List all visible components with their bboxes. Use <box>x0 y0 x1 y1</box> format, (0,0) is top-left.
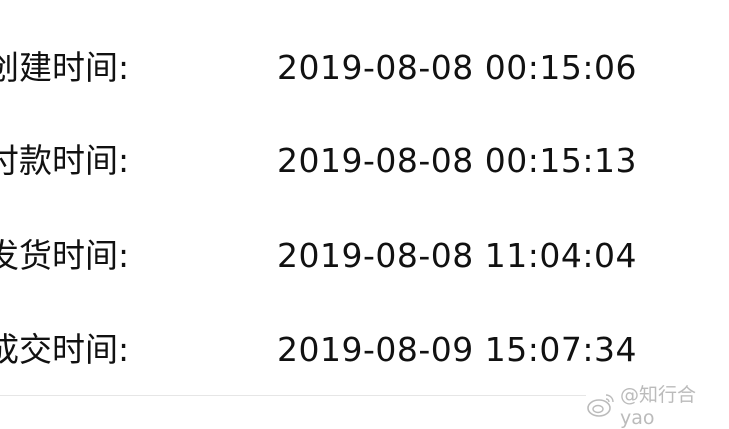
deal-time-row: 成交时间: 2019-08-09 15:07:34 <box>0 320 729 380</box>
payment-time-value: 2019-08-08 00:15:13 <box>277 141 637 180</box>
deal-time-label: 成交时间: <box>0 330 130 369</box>
payment-time-row: 付款时间: 2019-08-08 00:15:13 <box>0 131 729 191</box>
created-time-label: 创建时间: <box>0 48 130 87</box>
watermark: @知行合yao <box>586 380 729 429</box>
payment-time-label: 付款时间: <box>0 141 130 180</box>
shipping-time-value: 2019-08-08 11:04:04 <box>277 236 637 275</box>
created-time-row: 创建时间: 2019-08-08 00:15:06 <box>0 38 729 98</box>
deal-time-value: 2019-08-09 15:07:34 <box>277 330 637 369</box>
created-time-value: 2019-08-08 00:15:06 <box>277 48 637 87</box>
watermark-text: @知行合yao <box>620 384 697 429</box>
shipping-time-row: 发货时间: 2019-08-08 11:04:04 <box>0 226 729 286</box>
shipping-time-label: 发货时间: <box>0 236 130 275</box>
